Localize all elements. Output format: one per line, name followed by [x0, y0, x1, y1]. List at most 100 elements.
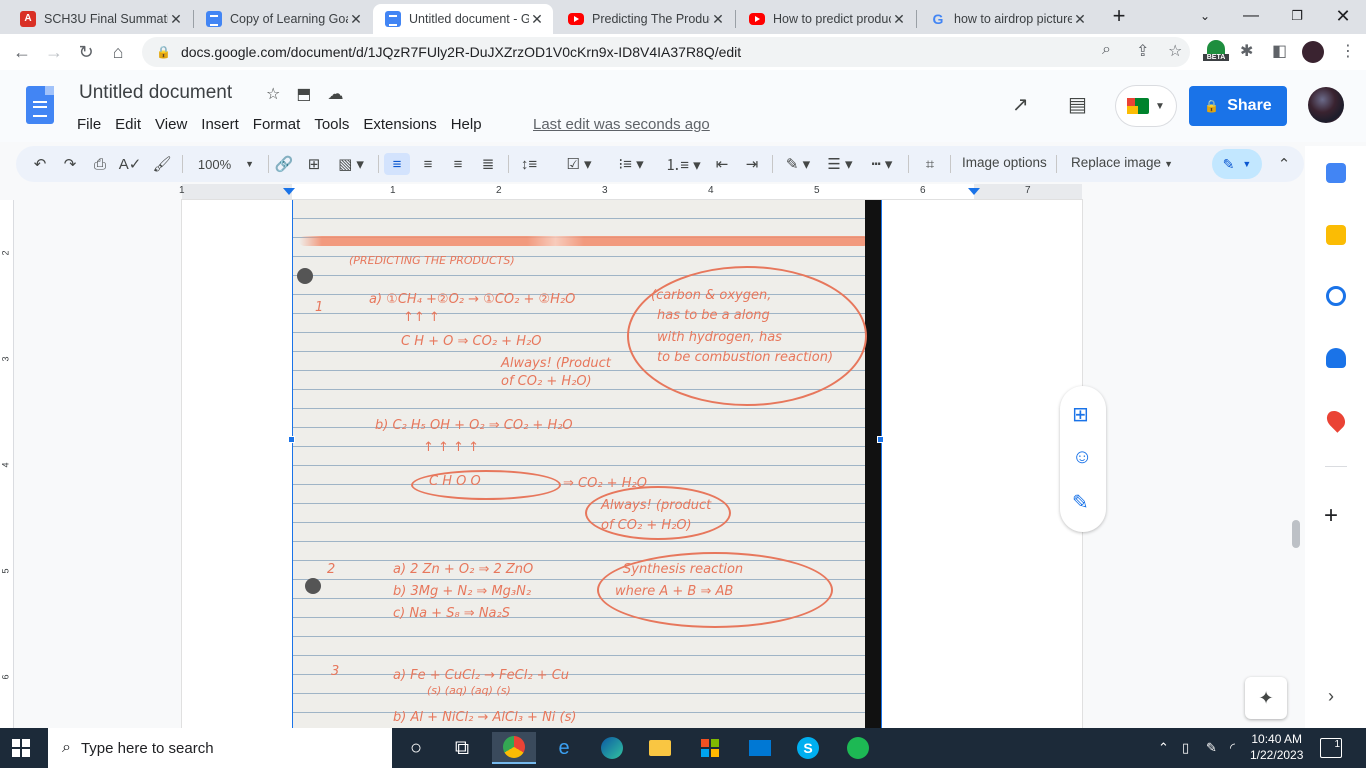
- pen-workspace-icon[interactable]: ✎: [1206, 740, 1217, 756]
- tab-airdrop[interactable]: G how to airdrop picture ✕: [918, 4, 1096, 34]
- wifi-icon[interactable]: ◜: [1230, 740, 1235, 756]
- menu-extensions[interactable]: Extensions: [356, 114, 443, 135]
- menu-insert[interactable]: Insert: [194, 114, 246, 135]
- border-dash-icon[interactable]: ┅ ▾: [864, 153, 900, 175]
- vertical-ruler[interactable]: 2 3 4 5 6: [0, 200, 14, 728]
- bookmark-star-icon[interactable]: ☆: [1168, 41, 1182, 61]
- google-docs-logo-icon[interactable]: [26, 86, 54, 124]
- checklist-icon[interactable]: ☑ ▾: [558, 153, 600, 175]
- redo-icon[interactable]: ↷: [58, 153, 82, 175]
- skype-icon[interactable]: S: [786, 732, 830, 764]
- align-left-icon[interactable]: ≡: [384, 153, 410, 175]
- decrease-indent-icon[interactable]: ⇤: [710, 153, 734, 175]
- print-icon[interactable]: ⎙: [88, 153, 112, 175]
- meet-button[interactable]: ▼: [1116, 86, 1176, 126]
- explore-icon[interactable]: ✦: [1245, 677, 1287, 719]
- border-weight-icon[interactable]: ☰ ▾: [822, 153, 858, 175]
- share-page-icon[interactable]: ⇪: [1136, 41, 1149, 61]
- taskbar-search-box[interactable]: ⌕ Type here to search: [48, 728, 392, 768]
- notification-center-icon[interactable]: 1: [1320, 738, 1342, 758]
- task-view-icon[interactable]: ⧉: [440, 732, 484, 764]
- get-add-ons-icon[interactable]: +: [1324, 502, 1338, 530]
- tab-how-to-predict[interactable]: How to predict produc ✕: [737, 4, 915, 34]
- justify-icon[interactable]: ≣: [476, 153, 500, 175]
- browser-menu-icon[interactable]: ⋮: [1340, 41, 1356, 61]
- tab-learning-goal[interactable]: Copy of Learning Goal ✕: [194, 4, 372, 34]
- forward-icon[interactable]: →: [42, 40, 66, 64]
- tab-sch3u[interactable]: A SCH3U Final Summati ✕: [8, 4, 192, 34]
- windows-start-icon[interactable]: [12, 739, 30, 757]
- last-edit-link[interactable]: Last edit was seconds ago: [533, 116, 710, 133]
- undo-icon[interactable]: ↶: [28, 153, 52, 175]
- menu-help[interactable]: Help: [444, 114, 489, 135]
- bulleted-list-icon[interactable]: ⁝≡ ▾: [610, 153, 652, 175]
- side-panel-icon[interactable]: ◧: [1272, 41, 1287, 61]
- cloud-saved-icon[interactable]: ☁: [327, 84, 343, 104]
- reload-icon[interactable]: ↻: [74, 40, 98, 64]
- editing-mode-button[interactable]: ✎ ▼: [1212, 149, 1262, 179]
- insert-image-icon[interactable]: ▧ ▾: [334, 153, 368, 175]
- close-window-icon[interactable]: ✕: [1320, 0, 1366, 32]
- new-tab-icon[interactable]: +: [1097, 0, 1141, 32]
- back-icon[interactable]: ←: [10, 40, 34, 64]
- suggest-edits-icon[interactable]: ✎: [1072, 490, 1089, 515]
- crop-icon[interactable]: ⌗: [918, 153, 942, 175]
- menu-edit[interactable]: Edit: [108, 114, 148, 135]
- close-icon[interactable]: ✕: [348, 11, 364, 28]
- edge-icon[interactable]: [590, 732, 634, 764]
- close-icon[interactable]: ✕: [710, 11, 726, 28]
- line-spacing-icon[interactable]: ↕≡: [516, 153, 542, 175]
- spellcheck-icon[interactable]: A✓: [118, 153, 142, 175]
- horizontal-ruler[interactable]: 1 1 2 3 4 5 6 7: [179, 184, 1082, 200]
- account-avatar[interactable]: [1308, 87, 1344, 123]
- right-indent-marker-icon[interactable]: [968, 188, 980, 195]
- profile-avatar[interactable]: [1302, 41, 1324, 63]
- menu-view[interactable]: View: [148, 114, 194, 135]
- add-comment-icon[interactable]: ⊞: [1072, 402, 1089, 427]
- menu-format[interactable]: Format: [246, 114, 308, 135]
- minimize-icon[interactable]: —: [1228, 0, 1274, 32]
- internet-explorer-icon[interactable]: e: [542, 732, 586, 764]
- align-right-icon[interactable]: ≡: [446, 153, 470, 175]
- increase-indent-icon[interactable]: ⇥: [740, 153, 764, 175]
- extensions-puzzle-icon[interactable]: ✱: [1240, 41, 1253, 61]
- paint-format-icon[interactable]: 🖌: [150, 153, 174, 175]
- left-indent-marker-icon[interactable]: [283, 188, 295, 195]
- menu-file[interactable]: File: [70, 114, 108, 135]
- tab-predicting-products[interactable]: Predicting The Produc ✕: [556, 4, 734, 34]
- collapse-menus-icon[interactable]: ⌃: [1272, 153, 1296, 175]
- border-color-icon[interactable]: ✎ ▾: [780, 153, 816, 175]
- contacts-icon[interactable]: [1326, 348, 1346, 368]
- zoom-magnifier-icon[interactable]: ⌕: [1102, 41, 1111, 59]
- star-icon[interactable]: ☆: [266, 84, 280, 104]
- beta-extension-icon[interactable]: BETA: [1203, 40, 1229, 64]
- tab-untitled-document[interactable]: Untitled document - G ✕: [373, 4, 553, 34]
- restore-icon[interactable]: ❐: [1274, 0, 1320, 32]
- zoom-select[interactable]: 100% ▼: [192, 153, 260, 175]
- show-hidden-icons-icon[interactable]: ⌃: [1158, 740, 1169, 756]
- keep-icon[interactable]: [1326, 225, 1346, 245]
- activity-trend-icon[interactable]: ↗: [1012, 92, 1029, 117]
- document-title[interactable]: Untitled document: [79, 82, 232, 104]
- image-resize-handle[interactable]: [877, 436, 884, 443]
- file-explorer-icon[interactable]: [638, 732, 682, 764]
- taskbar-clock[interactable]: 10:40 AM 1/22/2023: [1250, 731, 1303, 763]
- calendar-icon[interactable]: [1326, 163, 1346, 183]
- show-side-panel-icon[interactable]: ›: [1328, 686, 1334, 707]
- insert-link-icon[interactable]: 🔗: [272, 153, 296, 175]
- notebook-photo-image[interactable]: (PREDICTING THE PRODUCTS) 1 a) ①CH₄ +②O₂…: [292, 200, 882, 728]
- home-icon[interactable]: ⌂: [106, 40, 130, 64]
- image-resize-handle[interactable]: [288, 436, 295, 443]
- document-page[interactable]: (PREDICTING THE PRODUCTS) 1 a) ①CH₄ +②O₂…: [182, 200, 1082, 728]
- comments-icon[interactable]: ▤: [1068, 92, 1087, 117]
- device-icon[interactable]: ▯: [1182, 740, 1189, 756]
- numbered-list-icon[interactable]: ⒈≡ ▾: [662, 153, 704, 175]
- close-icon[interactable]: ✕: [1072, 11, 1088, 28]
- close-icon[interactable]: ✕: [529, 11, 545, 28]
- add-emoji-reaction-icon[interactable]: ☺: [1072, 446, 1092, 469]
- url-omnibox[interactable]: 🔒 docs.google.com/document/d/1JQzR7FUly2…: [142, 37, 1190, 67]
- image-options-button[interactable]: Image options: [962, 155, 1047, 170]
- menu-tools[interactable]: Tools: [307, 114, 356, 135]
- move-folder-icon[interactable]: ⬒: [296, 84, 311, 104]
- share-button[interactable]: 🔒 Share: [1189, 86, 1287, 126]
